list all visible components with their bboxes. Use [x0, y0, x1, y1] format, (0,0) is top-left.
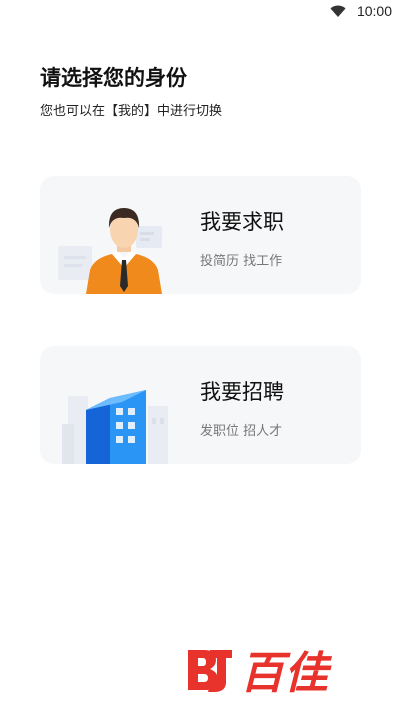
recruiter-description: 发职位 招人才: [200, 424, 283, 439]
recruiter-heading: 我要招聘: [200, 380, 284, 404]
wifi-icon: [330, 5, 346, 17]
status-bar: 10:00: [0, 0, 400, 24]
recruiter-option-card[interactable]: 我要招聘 发职位 招人才: [40, 346, 361, 464]
page-subtitle: 您也可以在【我的】中进行切换: [40, 104, 223, 119]
brand-logo-text: 百佳: [240, 648, 333, 696]
page-title: 请选择您的身份: [40, 66, 187, 90]
status-time: 10:00: [356, 3, 392, 19]
building-icon: [62, 390, 168, 464]
job-seeker-avatar-icon: [58, 208, 162, 294]
job-seeker-option-card[interactable]: 我要求职 投简历 找工作: [40, 176, 361, 294]
job-seeker-heading: 我要求职: [200, 210, 284, 234]
job-seeker-description: 投简历 找工作: [200, 254, 283, 269]
brand-logo: 百佳: [188, 648, 333, 696]
